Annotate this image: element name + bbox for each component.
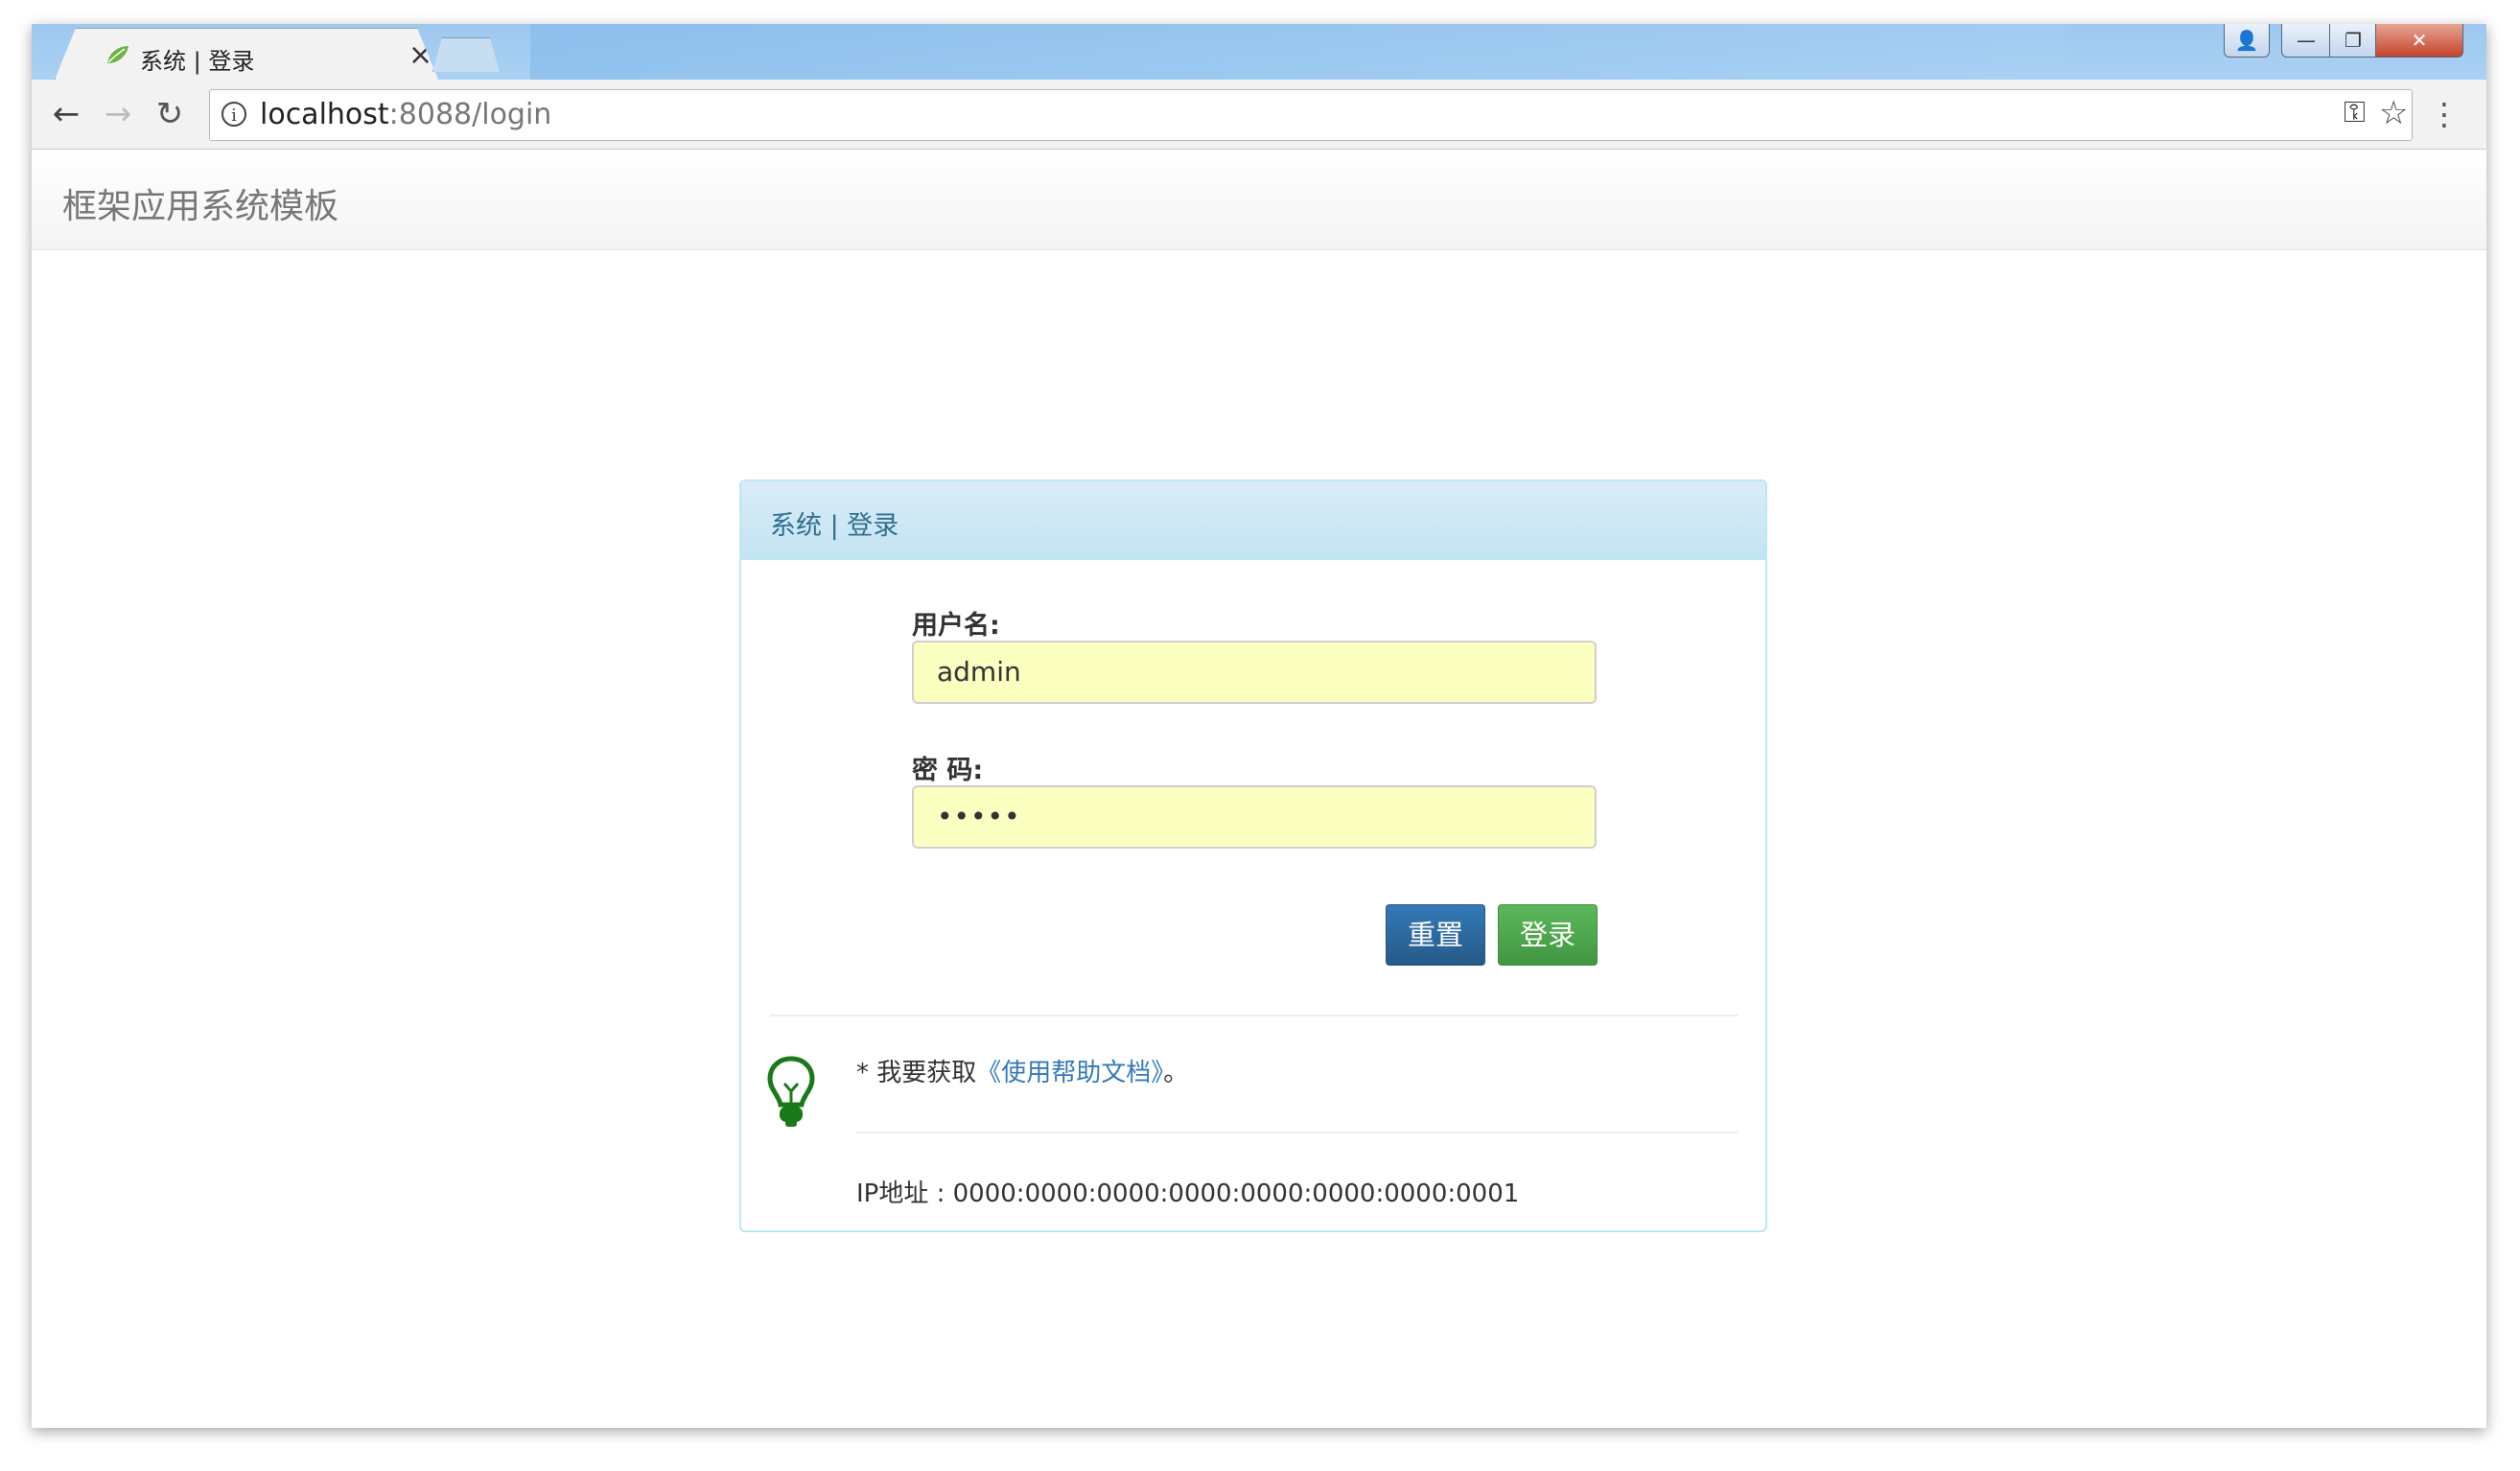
forward-arrow-icon[interactable]: → [99,95,137,133]
tip-divider [856,1132,1738,1133]
url-path: :8088/login [388,98,552,131]
login-button[interactable]: 登录 [1498,904,1598,966]
reload-icon[interactable]: ↻ [151,95,189,133]
back-arrow-icon[interactable]: ← [47,95,85,133]
tab-strip: 系统 | 登录 × 👤 — ❐ ✕ [32,24,2486,80]
tab-close-icon[interactable]: × [408,38,432,72]
bookmark-star-icon[interactable]: ☆ [2379,94,2408,132]
key-icon[interactable]: ⚿ [2344,96,2366,129]
username-label: 用户名: [912,611,1000,641]
new-tab-button[interactable] [432,37,500,72]
address-bar[interactable]: i localhost:8088/login ⚿ ☆ [209,89,2413,141]
panel-divider [770,1015,1738,1016]
desktop-background [530,24,2065,80]
help-doc-link[interactable]: 《使用帮助文档》 [976,1059,1163,1087]
ip-address-text: IP地址 : 0000:0000:0000:0000:0000:0000:000… [856,1179,1520,1208]
url-text[interactable]: localhost:8088/login [260,98,551,131]
browser-menu-icon[interactable]: ⋮ [2429,95,2460,133]
minimize-button[interactable]: — [2281,24,2331,58]
browser-window: 系统 | 登录 × 👤 — ❐ ✕ ← → ↻ i localhost:8088… [32,24,2486,1428]
login-panel: 系统 | 登录 用户名: admin 密 码: ••••• 重置 登录 * 我要… [739,479,1767,1232]
maximize-button[interactable]: ❐ [2329,24,2377,58]
close-window-button[interactable]: ✕ [2375,24,2463,58]
navbar-brand[interactable]: 框架应用系统模板 [62,178,338,228]
url-host: localhost [260,98,389,131]
password-input[interactable]: ••••• [912,785,1597,849]
profile-icon[interactable]: 👤 [2224,24,2270,58]
leaf-icon [107,46,128,63]
site-navbar: 框架应用系统模板 [32,150,2486,250]
info-icon[interactable]: i [222,102,246,127]
help-tip: * 我要获取《使用帮助文档》。 [856,1053,1188,1088]
panel-heading: 系统 | 登录 [741,481,1765,560]
tip-prefix: * 我要获取 [856,1059,977,1087]
password-label: 密 码: [912,756,984,785]
reset-button[interactable]: 重置 [1386,904,1485,966]
lightbulb-icon [767,1056,815,1127]
username-input[interactable]: admin [912,641,1597,704]
panel-title: 系统 | 登录 [770,511,899,541]
browser-tab-active[interactable]: 系统 | 登录 × [55,28,438,80]
tab-title: 系统 | 登录 [140,48,255,75]
tip-suffix: 。 [1163,1059,1189,1087]
browser-toolbar: ← → ↻ i localhost:8088/login ⚿ ☆ ⋮ [32,80,2486,150]
